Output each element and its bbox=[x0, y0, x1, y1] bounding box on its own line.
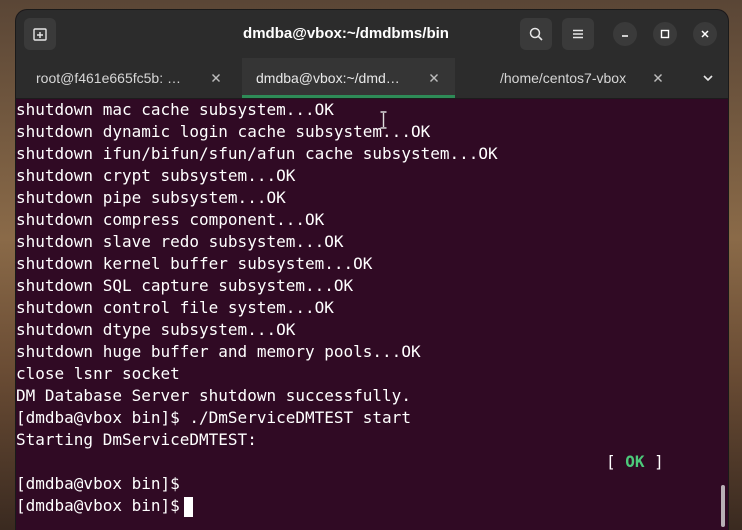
service-status: [ OK ] bbox=[606, 451, 664, 473]
mouse-ibeam-icon bbox=[380, 111, 387, 129]
new-tab-icon bbox=[33, 28, 47, 41]
terminal-line: Starting DmServiceDMTEST: bbox=[16, 430, 257, 449]
status-ok-text: OK bbox=[625, 452, 645, 471]
new-tab-button[interactable] bbox=[24, 18, 56, 50]
shell-prompt: [dmdba@vbox bin]$ bbox=[16, 496, 180, 515]
terminal-line: shutdown ifun/bifun/sfun/afun cache subs… bbox=[16, 144, 498, 163]
tab-dmdba-vbox[interactable]: dmdba@vbox:~/dmd… bbox=[242, 58, 455, 98]
terminal-line: shutdown pipe subsystem...OK bbox=[16, 188, 286, 207]
window-title: dmdba@vbox:~/dmdbms/bin bbox=[243, 25, 449, 42]
status-bracket-close: ] bbox=[644, 452, 664, 471]
terminal-line: shutdown slave redo subsystem...OK bbox=[16, 232, 344, 251]
search-button[interactable] bbox=[520, 18, 552, 50]
search-icon bbox=[529, 27, 543, 41]
terminal-line: shutdown control file system...OK bbox=[16, 298, 334, 317]
text-cursor bbox=[183, 496, 193, 517]
terminal-output[interactable]: shutdown mac cache subsystem...OK shutdo… bbox=[16, 99, 728, 530]
shell-prompt-line: [dmdba@vbox bin]$ bbox=[16, 495, 193, 517]
shell-prompt: [dmdba@vbox bin]$ bbox=[16, 474, 180, 493]
terminal-line: shutdown kernel buffer subsystem...OK bbox=[16, 254, 373, 273]
menu-button[interactable] bbox=[562, 18, 594, 50]
tab-label: root@f461e665fc5b: … bbox=[36, 70, 181, 86]
terminal-line: shutdown compress component...OK bbox=[16, 210, 325, 229]
terminal-line: shutdown dtype subsystem...OK bbox=[16, 320, 296, 339]
terminal-window: dmdba@vbox:~/dmdbms/bin root@f461e665fc5… bbox=[16, 10, 728, 530]
terminal-line: shutdown dynamic login cache subsystem..… bbox=[16, 122, 431, 141]
chevron-down-icon bbox=[703, 75, 713, 82]
tab-label: dmdba@vbox:~/dmd… bbox=[256, 70, 400, 86]
maximize-button[interactable] bbox=[653, 22, 677, 46]
close-icon bbox=[701, 30, 709, 38]
minimize-icon bbox=[622, 35, 628, 37]
tab-centos7-vbox[interactable]: /home/centos7-vbox bbox=[486, 58, 699, 98]
terminal-line: shutdown crypt subsystem...OK bbox=[16, 166, 296, 185]
tab-close-icon[interactable] bbox=[208, 70, 224, 86]
scrollbar-thumb[interactable] bbox=[721, 485, 725, 527]
terminal-line: shutdown SQL capture subsystem...OK bbox=[16, 276, 354, 295]
status-bracket-open: [ bbox=[606, 452, 626, 471]
tabs-overflow-button[interactable] bbox=[696, 66, 720, 90]
active-tab-indicator bbox=[242, 95, 455, 98]
maximize-icon bbox=[660, 29, 670, 39]
tab-close-icon[interactable] bbox=[650, 70, 666, 86]
terminal-line: DM Database Server shutdown successfully… bbox=[16, 386, 411, 405]
hamburger-menu-icon bbox=[573, 29, 583, 39]
minimize-button[interactable] bbox=[613, 22, 637, 46]
terminal-line: shutdown mac cache subsystem...OK bbox=[16, 100, 334, 119]
terminal-line: close lsnr socket bbox=[16, 364, 180, 383]
tab-root-container[interactable]: root@f461e665fc5b: … bbox=[24, 58, 237, 98]
tab-bar: root@f461e665fc5b: … dmdba@vbox:~/dmd… /… bbox=[16, 58, 728, 99]
tab-close-icon[interactable] bbox=[426, 70, 442, 86]
terminal-line: shutdown huge buffer and memory pools...… bbox=[16, 342, 421, 361]
terminal-line: [dmdba@vbox bin]$ ./DmServiceDMTEST star… bbox=[16, 408, 411, 427]
header-bar: dmdba@vbox:~/dmdbms/bin bbox=[16, 10, 728, 58]
tab-label: /home/centos7-vbox bbox=[500, 70, 627, 86]
close-button[interactable] bbox=[693, 22, 717, 46]
